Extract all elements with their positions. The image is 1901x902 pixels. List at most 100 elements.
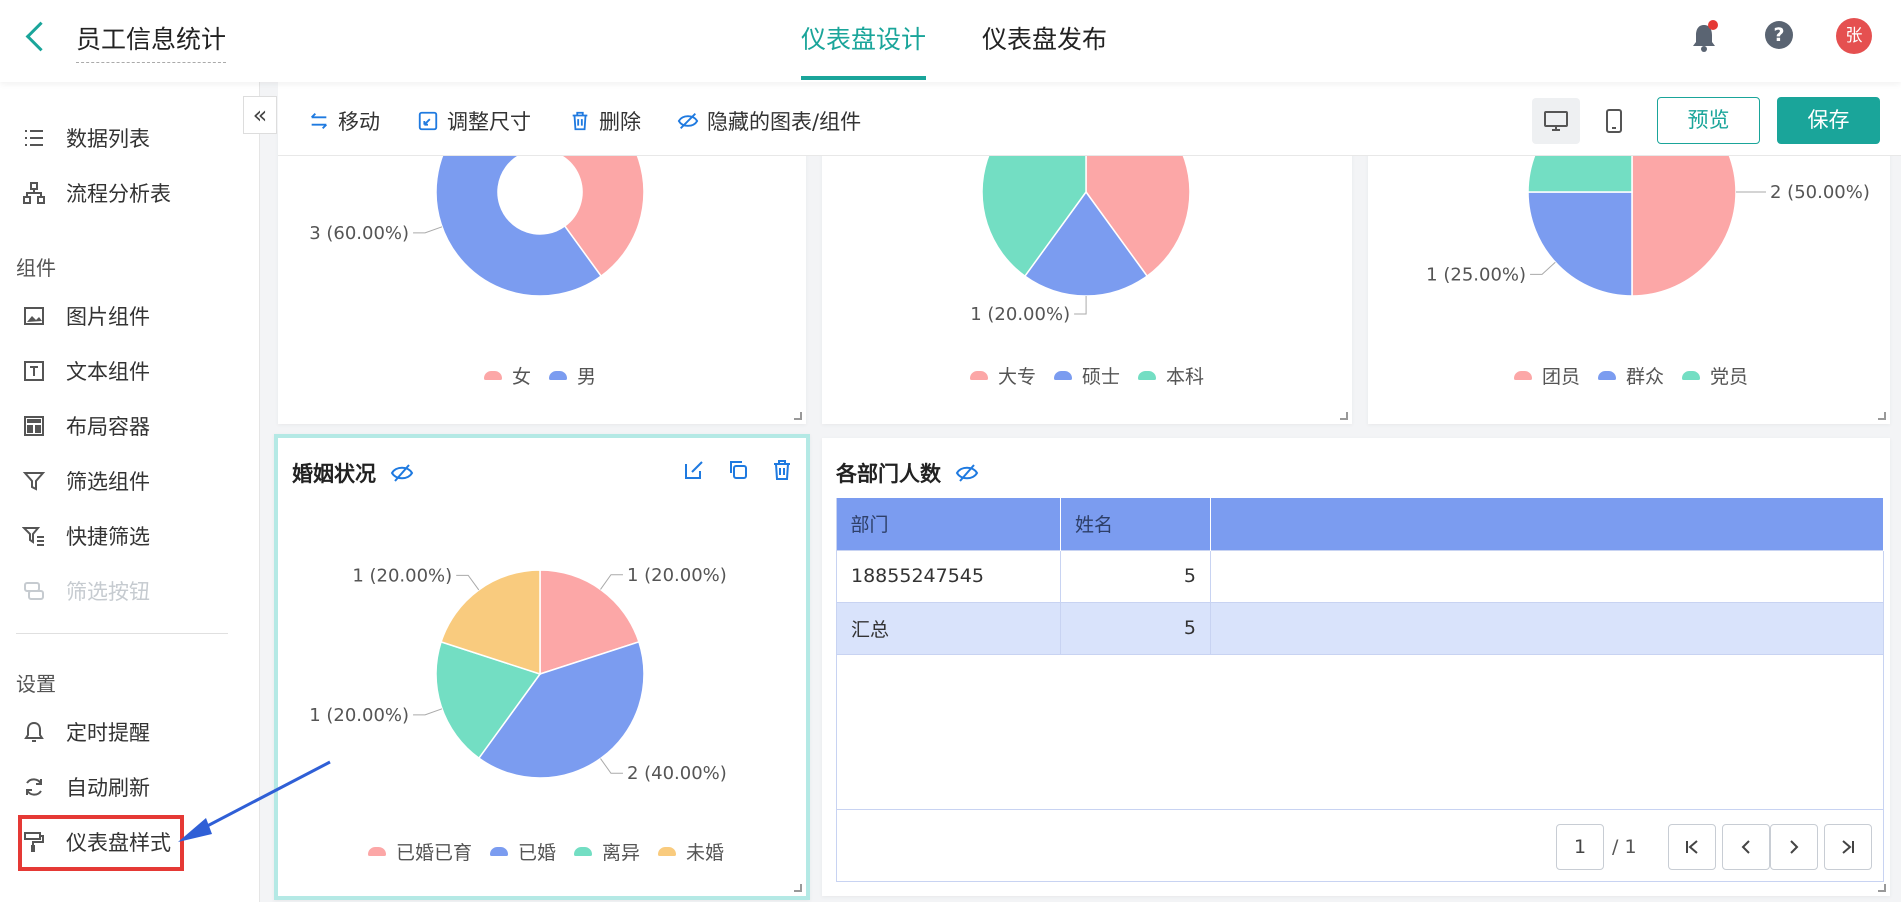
desktop-view-button[interactable] <box>1532 98 1580 144</box>
chart-card-education[interactable]: 2 (40.00%)1 (20.00%)2 (40.00%) 大专 硕士 本科 <box>822 130 1352 424</box>
legend-item[interactable]: 已婚已育 <box>368 838 472 865</box>
resize-handle[interactable] <box>1340 412 1348 420</box>
first-page-button[interactable] <box>1668 824 1716 870</box>
sidebar-item-text-component[interactable]: 文本组件 <box>22 354 150 388</box>
chart-card-political-status[interactable]: 2 (50.00%) 1 (25.00%) 团员 群众 党员 <box>1368 130 1890 424</box>
sidebar-item-filter-component[interactable]: 筛选组件 <box>22 464 150 498</box>
resize-button[interactable]: 调整尺寸 <box>417 106 531 136</box>
pie-slice-2[interactable] <box>1527 191 1633 297</box>
section-components: 组件 <box>16 256 56 280</box>
table-card-department[interactable]: 各部门人数 部门 姓名 18855247545 5 汇总 5 1 / 1 <box>822 438 1890 896</box>
top-header: 员工信息统计 仪表盘设计 仪表盘发布 ? 张 <box>0 0 1901 82</box>
hidden-components-label: 隐藏的图表/组件 <box>707 110 862 134</box>
resize-handle[interactable] <box>1878 884 1886 892</box>
collapse-sidebar-button[interactable]: « <box>243 96 277 134</box>
first-page-icon <box>1686 840 1698 854</box>
sidebar-item-quick-filter[interactable]: 快捷筛选 <box>22 519 150 553</box>
notification-bell-icon[interactable] <box>1690 20 1718 52</box>
tablet-icon <box>1606 109 1622 133</box>
legend-item[interactable]: 未婚 <box>658 838 724 865</box>
tab-dashboard-design[interactable]: 仪表盘设计 <box>801 20 927 80</box>
column-header[interactable]: 部门 <box>836 498 1061 550</box>
resize-handle[interactable] <box>794 412 802 420</box>
slice-label-line <box>1530 261 1556 275</box>
app-title[interactable]: 员工信息统计 <box>76 20 227 63</box>
education-legend: 大专 硕士 本科 <box>970 362 1222 389</box>
sidebar-item-label: 文本组件 <box>66 360 150 384</box>
back-arrow-icon[interactable] <box>22 16 52 56</box>
trash-icon[interactable] <box>770 458 794 482</box>
legend-label: 团员 <box>1542 366 1581 388</box>
legend-item[interactable]: 本科 <box>1138 362 1204 389</box>
resize-handle[interactable] <box>1878 412 1886 420</box>
column-header[interactable]: 姓名 <box>1060 498 1211 550</box>
hidden-components-button[interactable]: 隐藏的图表/组件 <box>677 106 861 136</box>
edit-icon[interactable] <box>682 458 706 482</box>
sidebar-item-label: 图片组件 <box>66 305 150 329</box>
slice-label-line <box>413 226 443 234</box>
last-page-button[interactable] <box>1824 824 1872 870</box>
move-button[interactable]: 移动 <box>308 106 380 136</box>
next-page-button[interactable] <box>1770 824 1818 870</box>
legend-item[interactable]: 团员 <box>1514 362 1580 389</box>
chart-card-gender[interactable]: 2 (40.00%)3 (60.00%) 女 男 <box>278 130 806 424</box>
marital-legend: 已婚已育 已婚 离异 未婚 <box>368 838 742 865</box>
resize-handle[interactable] <box>794 884 802 892</box>
tab-dashboard-publish[interactable]: 仪表盘发布 <box>982 20 1107 56</box>
table-header-row: 部门 姓名 <box>836 498 1884 550</box>
tablet-view-button[interactable] <box>1590 98 1638 144</box>
marital-pie-chart: 1 (20.00%) 2 (40.00%) 1 (20.00%) 1 (20.00%) <box>309 565 727 784</box>
sidebar-item-label: 快捷筛选 <box>66 525 150 549</box>
page-number-input[interactable]: 1 <box>1556 824 1604 870</box>
preview-button[interactable]: 预览 <box>1657 97 1760 144</box>
sidebar-item-label: 流程分析表 <box>66 182 171 206</box>
sidebar-item-label: 自动刷新 <box>66 776 150 800</box>
table-total-row[interactable]: 汇总 5 <box>836 601 1884 655</box>
eye-hidden-icon[interactable] <box>390 463 414 483</box>
legend-item[interactable]: 男 <box>549 362 596 389</box>
table-pagination: 1 / 1 <box>836 809 1884 882</box>
layout-icon <box>24 416 44 436</box>
sidebar-divider <box>16 633 228 634</box>
notification-dot <box>1708 20 1718 30</box>
legend-label: 党员 <box>1710 366 1749 388</box>
legend-item[interactable]: 硕士 <box>1054 362 1120 389</box>
slice-label: 2 (40.00%) <box>627 763 727 784</box>
sidebar-item-flow-analysis[interactable]: 流程分析表 <box>22 176 171 210</box>
legend-item[interactable]: 已婚 <box>490 838 556 865</box>
slice-label-line <box>1074 295 1087 315</box>
help-icon[interactable]: ? <box>1765 21 1793 49</box>
filter-icon <box>22 472 46 491</box>
section-settings: 设置 <box>16 672 56 696</box>
chart-card-marital-status[interactable]: 婚姻状况 1 (20.00%) 2 (40.00%) 1 (20.00%) 1 (20… <box>274 434 810 900</box>
list-icon <box>25 130 43 146</box>
eye-hidden-icon[interactable] <box>955 463 979 483</box>
move-icon <box>311 113 327 129</box>
table-row[interactable]: 18855247545 5 <box>836 549 1884 603</box>
sidebar-item-auto-refresh[interactable]: 自动刷新 <box>22 770 150 804</box>
sidebar-item-image-component[interactable]: 图片组件 <box>22 299 150 333</box>
sidebar-item-label: 筛选组件 <box>66 470 150 494</box>
legend-item[interactable]: 大专 <box>970 362 1036 389</box>
legend-label: 硕士 <box>1082 366 1121 388</box>
delete-button[interactable]: 删除 <box>569 106 641 136</box>
table-card-title: 各部门人数 <box>836 458 979 488</box>
copy-icon[interactable] <box>726 458 750 482</box>
sidebar-item-layout-container[interactable]: 布局容器 <box>22 409 150 443</box>
legend-item[interactable]: 女 <box>484 362 531 389</box>
legend-label: 群众 <box>1626 366 1665 388</box>
prev-page-button[interactable] <box>1722 824 1770 870</box>
legend-label: 未婚 <box>686 842 725 864</box>
legend-item[interactable]: 群众 <box>1598 362 1664 389</box>
legend-label: 女 <box>512 366 532 388</box>
sidebar-item-scheduled-reminder[interactable]: 定时提醒 <box>22 715 150 749</box>
slice-label-line <box>456 574 480 591</box>
eye-hidden-icon <box>677 113 699 129</box>
sidebar-item-label: 布局容器 <box>66 415 150 439</box>
save-button[interactable]: 保存 <box>1777 97 1880 144</box>
sidebar-item-data-list[interactable]: 数据列表 <box>22 121 150 155</box>
legend-item[interactable]: 离异 <box>574 838 640 865</box>
legend-item[interactable]: 党员 <box>1682 362 1748 389</box>
legend-label: 本科 <box>1166 366 1205 388</box>
user-avatar[interactable]: 张 <box>1836 18 1872 54</box>
